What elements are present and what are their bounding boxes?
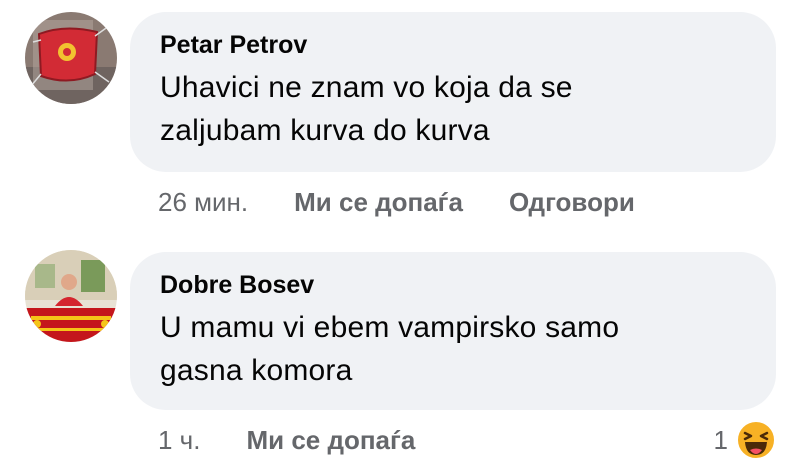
reaction-summary[interactable]: 1 xyxy=(714,420,776,460)
like-button[interactable]: Ми се допаѓа xyxy=(294,187,463,218)
comment-bubble: Dobre Bosev U mamu vi ebem vampirsko sam… xyxy=(130,252,776,410)
comment-author[interactable]: Dobre Bosev xyxy=(160,270,746,300)
avatar[interactable] xyxy=(25,250,117,342)
comment-actions: 1 ч. Ми се допаѓа xyxy=(158,420,461,460)
comment-author[interactable]: Petar Petrov xyxy=(160,30,746,60)
comment-actions: 26 мин. Ми се допаѓа Одговори xyxy=(158,182,635,222)
avatar-image xyxy=(25,12,117,104)
comment-bubble: Petar Petrov Uhavici ne znam vo koja da … xyxy=(130,12,776,172)
comment-text-line: gasna komora xyxy=(160,354,353,387)
like-button[interactable]: Ми се допаѓа xyxy=(246,425,415,456)
comment-text-line: zaljubam kurva do kurva xyxy=(160,114,490,147)
comment-text-line: Uhavici ne znam vo koja da se xyxy=(160,71,573,104)
reaction-count: 1 xyxy=(713,424,728,455)
comment-text-line: U mamu vi ebem vampirsko samo xyxy=(160,311,620,344)
comment-timestamp[interactable]: 1 ч. xyxy=(158,425,200,456)
avatar[interactable] xyxy=(25,12,117,104)
comment-timestamp[interactable]: 26 мин. xyxy=(158,187,248,218)
avatar-image xyxy=(25,250,117,342)
reply-button[interactable]: Одговори xyxy=(509,187,635,218)
haha-icon xyxy=(736,420,776,460)
